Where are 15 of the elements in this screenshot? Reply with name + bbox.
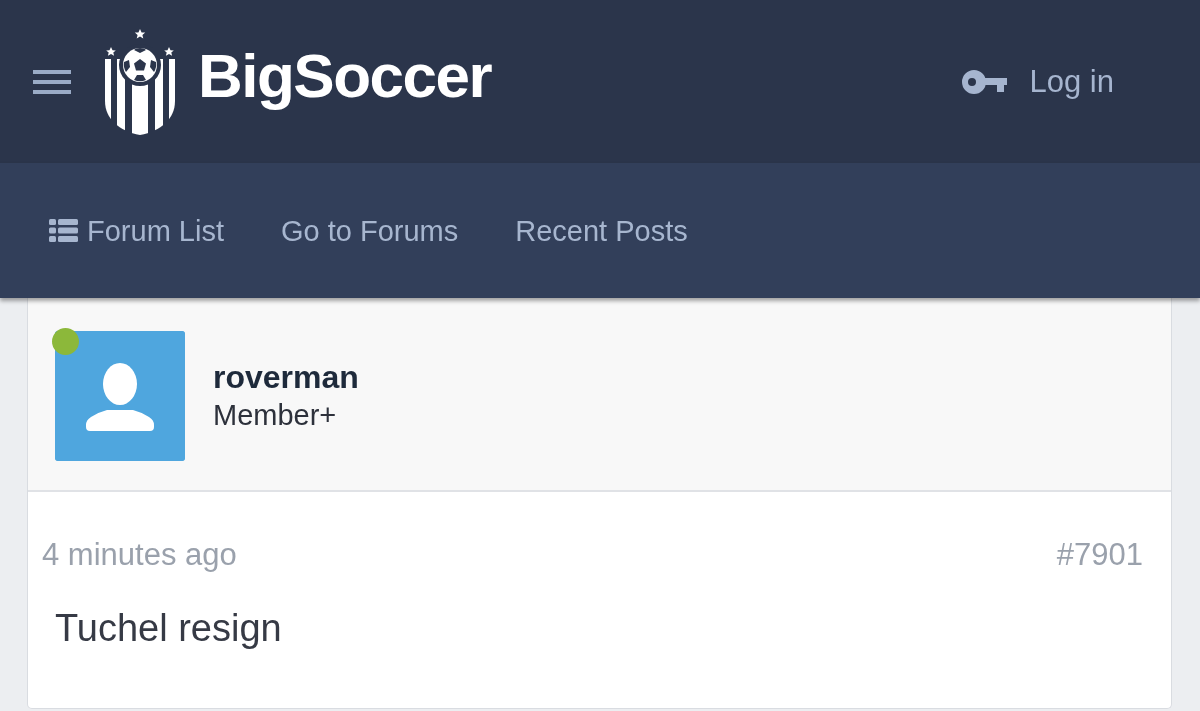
site-logo-link[interactable]: BigSoccer bbox=[103, 28, 492, 135]
crest-icon bbox=[103, 28, 177, 135]
menu-icon bbox=[33, 69, 71, 94]
list-icon bbox=[49, 219, 78, 242]
post-number-link[interactable]: #7901 bbox=[1056, 537, 1143, 573]
nav-link[interactable]: Recent Posts bbox=[515, 213, 688, 248]
login-link[interactable]: Log in bbox=[961, 63, 1114, 100]
post-time-link[interactable]: 4 minutes ago bbox=[42, 537, 237, 573]
username-link[interactable]: roverman bbox=[213, 358, 359, 396]
key-icon bbox=[961, 69, 1007, 94]
user-title: Member+ bbox=[213, 398, 337, 433]
nav-link[interactable]: Forum List bbox=[49, 213, 224, 248]
menu-button[interactable] bbox=[33, 69, 71, 94]
nav-link[interactable]: Go to Forums bbox=[281, 213, 459, 248]
post-body-text: Tuchel resign bbox=[55, 606, 283, 650]
